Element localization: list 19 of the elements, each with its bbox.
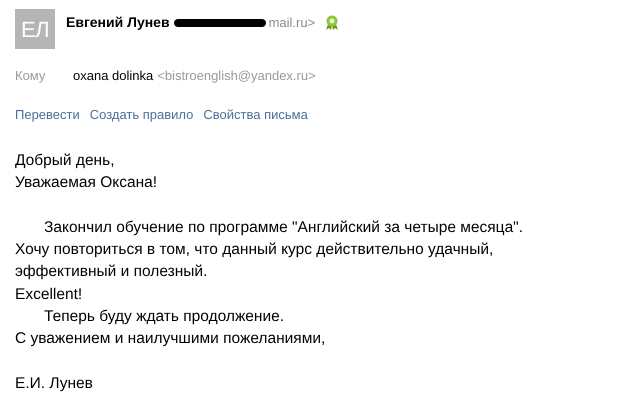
letter-line: эффективный и полезный. — [15, 262, 208, 282]
to-label: Кому — [15, 67, 46, 85]
letter-line: С уважением и наилучшими пожеланиями, — [15, 329, 326, 350]
recipient-email: <bistroenglish@yandex.ru> — [157, 67, 316, 85]
sender-name: Евгений Лунев — [66, 13, 170, 32]
letter-line: Уважаемая Оксана! — [15, 173, 158, 194]
sender-email: mail.ru> — [268, 14, 316, 32]
action-link[interactable]: Создать правило — [90, 104, 194, 124]
letter-line: Хочу повториться в том, что данный курс действительно удачный, — [15, 240, 494, 260]
letter-line: Теперь буду ждать продолжение. — [44, 307, 284, 328]
action-link[interactable]: Свойства письма — [203, 104, 308, 124]
letter-line: Добрый день, — [15, 151, 115, 171]
letter-line: Excellent! — [15, 284, 82, 305]
action-link[interactable]: Перевести — [15, 104, 80, 124]
award-icon — [325, 14, 340, 30]
letter-line: Е.И. Лунев — [15, 374, 93, 394]
avatar: ЕЛ — [15, 9, 55, 49]
letter-line: Закончил обучение по программе "Английский за четыре месяца". — [44, 218, 523, 238]
recipient-name: oxana dolinka — [73, 67, 154, 85]
